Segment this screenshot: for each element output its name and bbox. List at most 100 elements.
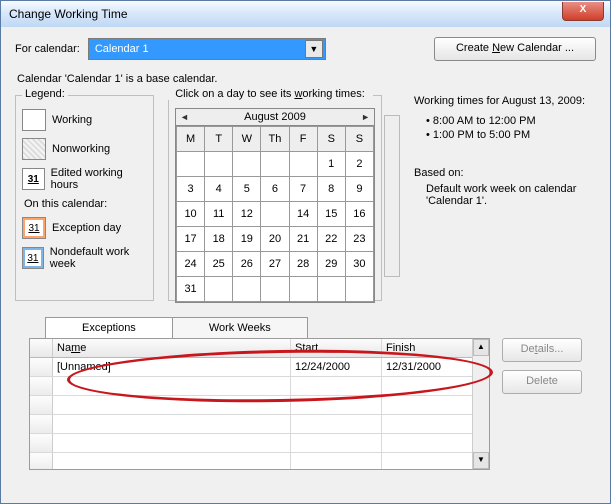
day-cell	[233, 277, 261, 302]
day-cell[interactable]: 24	[177, 252, 205, 277]
day-cell[interactable]: 9	[345, 177, 373, 202]
details-button[interactable]: Details...	[502, 338, 582, 362]
day-cell[interactable]: 28	[289, 252, 317, 277]
day-cell[interactable]: 2	[345, 152, 373, 177]
cell-start[interactable]	[291, 377, 382, 395]
nonworking-swatch	[22, 138, 46, 160]
dow-cell: Th	[261, 127, 289, 152]
day-cell[interactable]: 18	[205, 227, 233, 252]
tab-exceptions[interactable]: Exceptions	[45, 317, 173, 338]
day-cell[interactable]: 30	[345, 252, 373, 277]
chevron-down-icon[interactable]: ▼	[305, 40, 323, 58]
cell-finish[interactable]	[382, 396, 473, 414]
table-row[interactable]: [Unnamed]12/24/200012/31/2000	[30, 358, 489, 377]
day-cell[interactable]: 29	[317, 252, 345, 277]
base-calendar-text: Calendar 'Calendar 1' is a base calendar…	[17, 73, 596, 85]
day-cell	[261, 152, 289, 177]
cell-name[interactable]	[53, 434, 291, 452]
cell-start[interactable]: 12/24/2000	[291, 358, 382, 376]
cell-start[interactable]	[291, 415, 382, 433]
dow-cell: F	[289, 127, 317, 152]
cell-start[interactable]	[291, 453, 382, 470]
day-cell[interactable]: 14	[289, 202, 317, 227]
time-range-2: • 1:00 PM to 5:00 PM	[426, 129, 596, 141]
exceptions-grid[interactable]: Name Start Finish [Unnamed]12/24/200012/…	[29, 338, 490, 470]
table-row[interactable]	[30, 453, 489, 470]
cell-name[interactable]: [Unnamed]	[53, 358, 291, 376]
cell-name[interactable]	[53, 453, 291, 470]
day-cell[interactable]: 11	[205, 202, 233, 227]
cell-finish[interactable]	[382, 415, 473, 433]
day-cell[interactable]: 15	[317, 202, 345, 227]
day-cell[interactable]: 26	[233, 252, 261, 277]
col-finish[interactable]: Finish	[382, 339, 473, 357]
day-cell	[233, 152, 261, 177]
table-row[interactable]	[30, 396, 489, 415]
day-cell[interactable]: 8	[317, 177, 345, 202]
table-row[interactable]	[30, 434, 489, 453]
legend-title: Legend:	[22, 88, 68, 100]
window-title: Change Working Time	[9, 7, 128, 21]
dow-cell: T	[205, 127, 233, 152]
scroll-down-icon[interactable]: ▼	[473, 452, 489, 469]
day-cell[interactable]: 20	[261, 227, 289, 252]
calendar-group: Click on a day to see its working times:…	[168, 95, 382, 301]
create-new-calendar-button[interactable]: Create New Calendar ...	[434, 37, 596, 61]
cell-name[interactable]	[53, 396, 291, 414]
cell-finish[interactable]: 12/31/2000	[382, 358, 473, 376]
calendar-scrollbar[interactable]	[384, 115, 400, 277]
legend-nondefault: Nondefault work week	[50, 246, 147, 270]
month-header: ◄ August 2009 ►	[176, 109, 374, 126]
day-cell[interactable]: 7	[289, 177, 317, 202]
day-cell	[345, 277, 373, 302]
day-cell[interactable]: 10	[177, 202, 205, 227]
day-cell	[289, 152, 317, 177]
col-name: Name	[53, 339, 291, 357]
day-cell[interactable]: 4	[205, 177, 233, 202]
col-start[interactable]: Start	[291, 339, 382, 357]
day-cell[interactable]: 21	[289, 227, 317, 252]
day-cell[interactable]: 1	[317, 152, 345, 177]
cell-finish[interactable]	[382, 434, 473, 452]
legend-group: Legend: Working Nonworking 31Edited work…	[15, 95, 154, 301]
calendar-select[interactable]: Calendar 1 ▼	[88, 38, 326, 60]
cell-start[interactable]	[291, 434, 382, 452]
cell-finish[interactable]	[382, 453, 473, 470]
day-cell[interactable]: 19	[233, 227, 261, 252]
day-cell[interactable]: 25	[205, 252, 233, 277]
legend-nonworking: Nonworking	[52, 143, 110, 155]
cell-start[interactable]	[291, 396, 382, 414]
day-cell[interactable]: 12	[233, 202, 261, 227]
day-cell	[317, 277, 345, 302]
on-this-calendar-label: On this calendar:	[24, 198, 147, 210]
dow-cell: S	[345, 127, 373, 152]
day-cell[interactable]: 6	[261, 177, 289, 202]
delete-button[interactable]: Delete	[502, 370, 582, 394]
legend-exception: Exception day	[52, 222, 121, 234]
table-row[interactable]	[30, 377, 489, 396]
day-cell[interactable]: 16	[345, 202, 373, 227]
calendar-grid[interactable]: MTWThFSS 1234567891011121314151617181920…	[176, 126, 374, 302]
title-bar: Change Working Time X	[1, 1, 610, 27]
day-cell[interactable]: 13	[261, 202, 289, 227]
day-cell[interactable]: 17	[177, 227, 205, 252]
cell-finish[interactable]	[382, 377, 473, 395]
day-cell[interactable]: 23	[345, 227, 373, 252]
cell-name[interactable]	[53, 415, 291, 433]
day-cell[interactable]: 3	[177, 177, 205, 202]
based-on-text: Default work week on calendar 'Calendar …	[426, 183, 596, 207]
next-month-icon[interactable]: ►	[361, 112, 370, 122]
scroll-up-icon[interactable]: ▲	[473, 339, 489, 356]
tab-work-weeks[interactable]: Work Weeks	[172, 317, 308, 338]
table-row[interactable]	[30, 415, 489, 434]
prev-month-icon[interactable]: ◄	[180, 112, 189, 122]
based-on-label: Based on:	[414, 167, 596, 179]
close-button[interactable]: X	[562, 2, 604, 21]
grid-scrollbar[interactable]: ▲ ▼	[472, 339, 489, 469]
for-calendar-label: For calendar:	[15, 43, 80, 55]
day-cell[interactable]: 22	[317, 227, 345, 252]
cell-name[interactable]	[53, 377, 291, 395]
day-cell[interactable]: 27	[261, 252, 289, 277]
day-cell[interactable]: 5	[233, 177, 261, 202]
day-cell[interactable]: 31	[177, 277, 205, 302]
